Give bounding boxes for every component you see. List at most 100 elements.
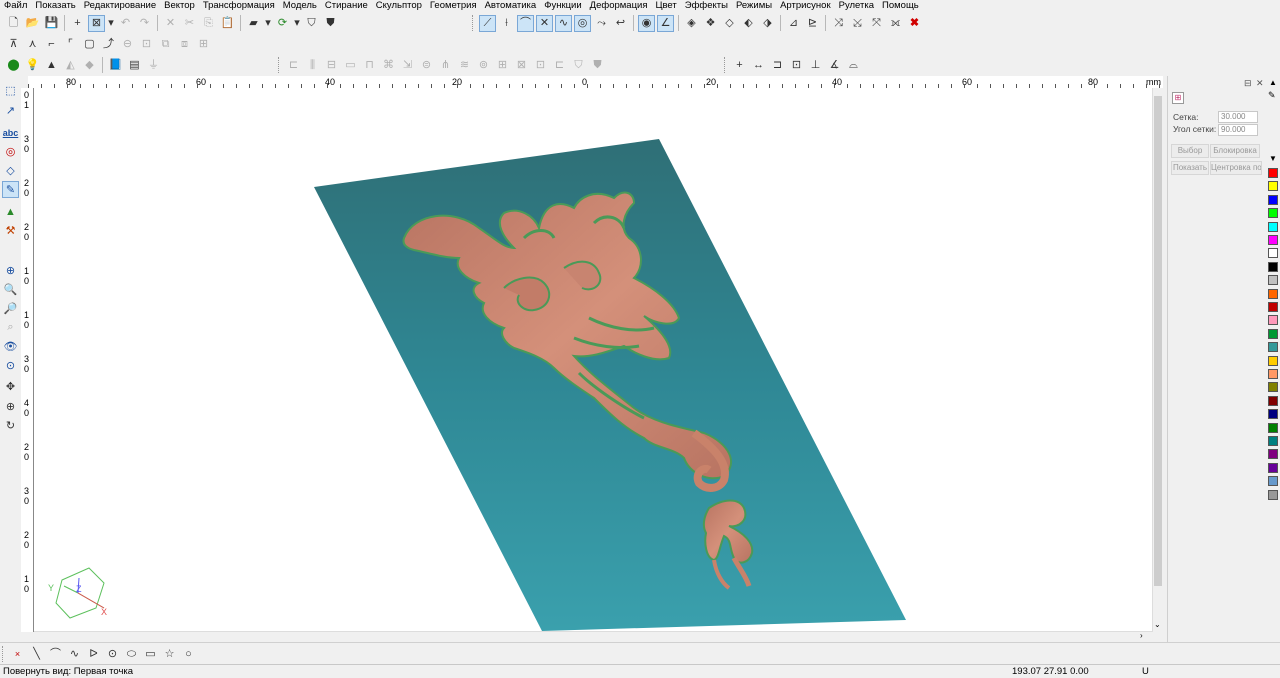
polyline-icon[interactable]: ᐅ	[85, 646, 102, 663]
menu-item-2[interactable]: Редактирование	[80, 0, 160, 12]
model-tree-icon[interactable]: ⋔	[437, 57, 454, 74]
array-icon[interactable]: ⊞	[195, 36, 212, 53]
node-add-icon[interactable]: ⤨	[830, 15, 847, 32]
diamond-cut-icon[interactable]: ⬖	[740, 15, 757, 32]
cut-icon[interactable]: ✂	[181, 15, 198, 32]
cross-tool-icon[interactable]: ✕	[536, 14, 553, 32]
color-swatch[interactable]	[1268, 248, 1278, 259]
select-box-icon[interactable]: ⊠	[88, 14, 105, 32]
menu-item-11[interactable]: Деформация	[586, 0, 652, 12]
book-icon[interactable]: 📘	[107, 57, 124, 74]
close-red-icon[interactable]: ✖	[906, 15, 923, 32]
circle-node-icon[interactable]: ◎	[574, 14, 591, 32]
menu-item-6[interactable]: Стирание	[321, 0, 372, 12]
snap-point-icon[interactable]: ◉	[638, 14, 655, 32]
color-swatch[interactable]	[1268, 409, 1278, 420]
node-split-icon[interactable]: ⤧	[868, 15, 885, 32]
palette-pen-icon[interactable]: ✎	[1268, 90, 1276, 101]
curve-tool-icon[interactable]: ∿	[555, 14, 572, 32]
color-swatch[interactable]	[1268, 342, 1278, 353]
curve-link-icon[interactable]: ⤴	[100, 36, 117, 53]
lock-button[interactable]: Блокировка	[1210, 144, 1260, 158]
measure-height-icon[interactable]: ⊥	[807, 57, 824, 74]
circle-icon[interactable]: ○	[180, 646, 197, 663]
model-lines-icon[interactable]: ⊞	[494, 57, 511, 74]
ellipse-icon[interactable]: ⬭	[123, 646, 140, 663]
shield-gray-icon[interactable]: ⛊	[322, 15, 339, 32]
menu-item-17[interactable]: Помощь	[878, 0, 923, 12]
color-swatch[interactable]	[1268, 382, 1278, 393]
text-abc-icon[interactable]: abc	[2, 124, 19, 141]
star-icon[interactable]: ☆	[161, 646, 178, 663]
vertical-scroll-thumb[interactable]	[1154, 96, 1162, 586]
ungroup-icon[interactable]: ⧈	[176, 36, 193, 53]
horizontal-scrollbar[interactable]: ›	[34, 631, 1152, 642]
menu-item-12[interactable]: Цвет	[651, 0, 680, 12]
zoom-prev-icon[interactable]: ⌕	[2, 319, 19, 336]
measure-length-icon[interactable]: ↔	[750, 57, 767, 74]
chamfer-icon[interactable]: ⊼	[5, 36, 22, 53]
color-swatch[interactable]	[1268, 194, 1278, 205]
shield-icon[interactable]: ⛉	[303, 15, 320, 32]
terrain-icon[interactable]: ▲	[43, 57, 60, 74]
rotate-view-icon[interactable]: ↻	[2, 417, 19, 434]
redo-icon[interactable]: ↷	[136, 15, 153, 32]
diamond-group-icon[interactable]: ❖	[702, 15, 719, 32]
rect-select-icon[interactable]: ▢	[81, 36, 98, 53]
model-move-icon[interactable]: ⇲	[399, 57, 416, 74]
color-swatch[interactable]	[1268, 315, 1278, 326]
measure-radius-icon[interactable]: ⌓	[845, 57, 862, 74]
save-icon[interactable]: 💾	[43, 15, 60, 32]
diamond-add-icon[interactable]: ◇	[721, 15, 738, 32]
color-swatch[interactable]	[1268, 436, 1278, 446]
menu-item-3[interactable]: Вектор	[160, 0, 199, 12]
menu-item-9[interactable]: Автоматика	[481, 0, 541, 12]
color-swatch[interactable]	[1268, 261, 1278, 272]
circle-tool-icon[interactable]: ◎	[2, 143, 19, 160]
open-file-icon[interactable]: 📂	[24, 15, 41, 32]
funnel-icon[interactable]: ⏚	[145, 57, 162, 74]
menu-item-5[interactable]: Модель	[279, 0, 321, 12]
group-icon[interactable]: ⧉	[157, 36, 174, 53]
measure-offset-icon[interactable]: ⊐	[769, 57, 786, 74]
fill-icon[interactable]: ◇	[2, 162, 19, 179]
brush-icon[interactable]: ✎	[2, 181, 19, 198]
model-stack-icon[interactable]: ⊜	[418, 57, 435, 74]
copy-icon[interactable]: ⎘	[200, 15, 217, 32]
table-icon[interactable]: ▤	[126, 57, 143, 74]
undo-icon[interactable]: ↶	[117, 15, 134, 32]
add-point-icon[interactable]: +	[731, 57, 748, 74]
select-button[interactable]: Выбор	[1171, 144, 1209, 158]
menu-item-7[interactable]: Скульптор	[372, 0, 426, 12]
model-cols-icon[interactable]: ⫼	[304, 57, 321, 74]
relief-icon[interactable]: ▲	[2, 203, 19, 220]
corner-icon[interactable]: ⌐	[43, 36, 60, 53]
shade-icon[interactable]: ◭	[62, 57, 79, 74]
node-remove-icon[interactable]: ⤩	[849, 15, 866, 32]
mirror-icon[interactable]: ⊿	[785, 15, 802, 32]
arc-icon[interactable]: ⌒	[47, 646, 64, 663]
palette-scroll-up-icon[interactable]: ▲	[1269, 78, 1277, 87]
node-join-icon[interactable]: ⟗	[887, 15, 904, 32]
rectangle-icon[interactable]: ▭	[142, 646, 159, 663]
flip-icon[interactable]: ⊵	[804, 15, 821, 32]
color-swatch[interactable]	[1268, 355, 1278, 366]
color-swatch[interactable]	[1268, 181, 1278, 192]
pin-green-icon[interactable]: ⬤	[5, 57, 22, 74]
vertical-scrollbar[interactable]: ⌄	[1152, 88, 1164, 632]
color-swatch[interactable]	[1268, 221, 1278, 232]
bulb-icon[interactable]: 💡	[24, 57, 41, 74]
diamond-link-icon[interactable]: ⬗	[759, 15, 776, 32]
model-split-icon[interactable]: ⊏	[551, 57, 568, 74]
circle-center-icon[interactable]: ⊙	[104, 646, 121, 663]
menu-item-0[interactable]: Файл	[0, 0, 31, 12]
rotate-icon[interactable]: ⟳	[274, 15, 291, 32]
menu-item-10[interactable]: Функции	[540, 0, 585, 12]
model-wave-icon[interactable]: ≋	[456, 57, 473, 74]
menu-item-13[interactable]: Эффекты	[681, 0, 732, 12]
color-swatch[interactable]	[1268, 462, 1278, 473]
frame-icon[interactable]: ⊡	[138, 36, 155, 53]
show-button[interactable]: Показать	[1171, 161, 1209, 175]
color-swatch[interactable]	[1268, 235, 1278, 245]
center-button[interactable]: Центровка по	[1210, 161, 1262, 175]
